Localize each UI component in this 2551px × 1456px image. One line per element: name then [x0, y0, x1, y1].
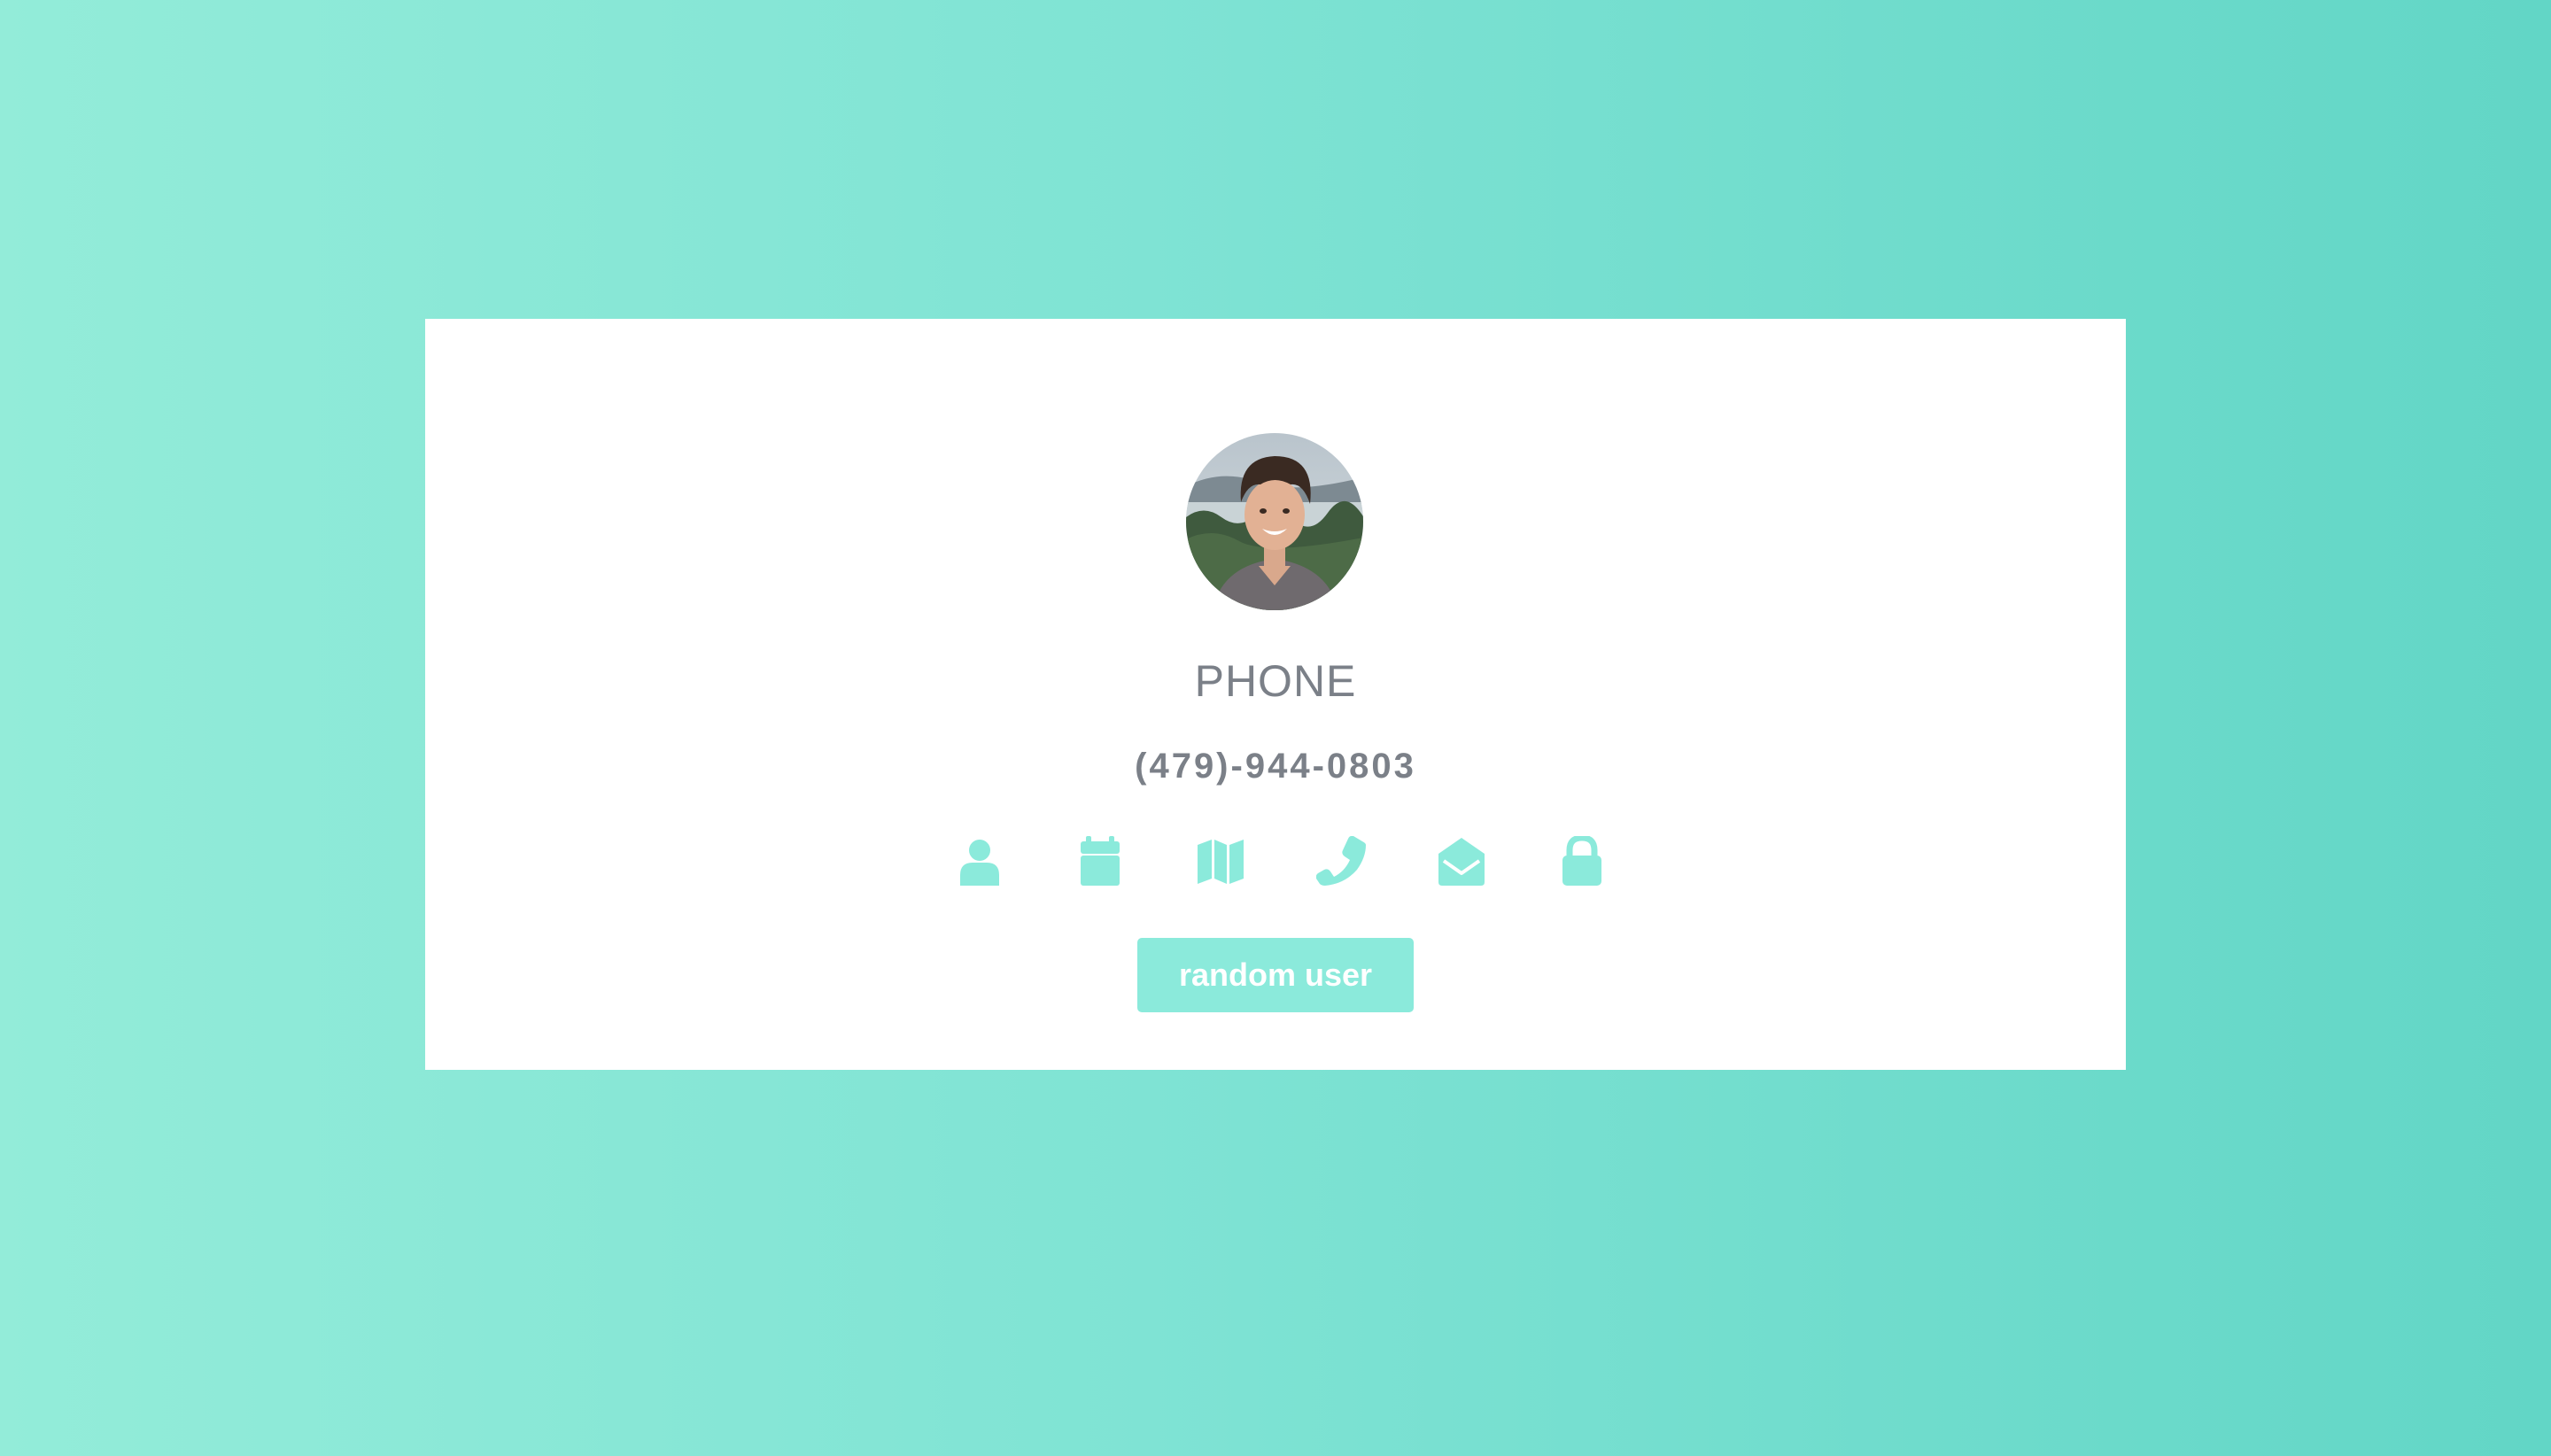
- avatar: [1186, 433, 1363, 610]
- calendar-icon[interactable]: [1075, 836, 1125, 886]
- map-icon[interactable]: [1196, 836, 1245, 886]
- lock-icon[interactable]: [1557, 836, 1607, 886]
- phone-icon[interactable]: [1316, 836, 1366, 886]
- field-icon-bar: [425, 836, 2126, 889]
- user-card: PHONE (479)-944-0803 random user: [425, 319, 2126, 1070]
- user-icon[interactable]: [955, 836, 1004, 886]
- user-photo: [1186, 433, 1363, 610]
- random-user-button[interactable]: random user: [1137, 938, 1414, 1012]
- profile-field-value: (479)-944-0803: [1135, 747, 1416, 786]
- profile-field-title: PHONE: [1194, 656, 1357, 706]
- envelope-open-icon[interactable]: [1437, 836, 1486, 886]
